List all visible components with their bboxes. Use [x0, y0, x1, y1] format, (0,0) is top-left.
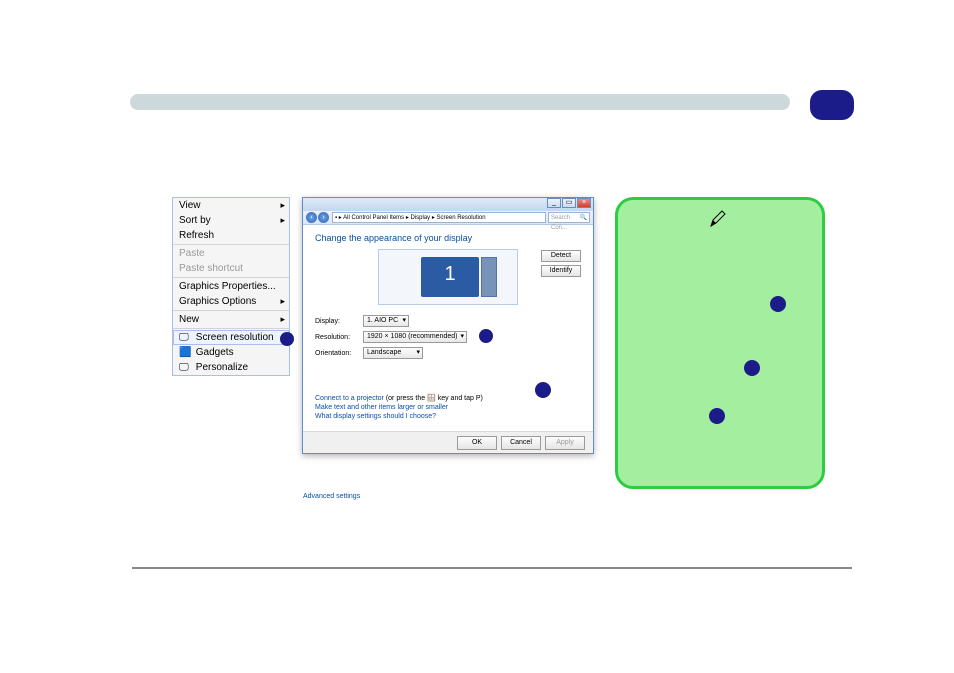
annotation-bullet	[535, 382, 551, 398]
submenu-arrow-icon: ▸	[280, 200, 285, 211]
submenu-arrow-icon: ▸	[280, 314, 285, 325]
annotation-bullet	[744, 360, 760, 376]
nav-forward-button[interactable]: ›	[318, 212, 329, 223]
menu-sort-by[interactable]: Sort by ▸	[173, 213, 289, 228]
identify-button[interactable]: Identify	[541, 265, 581, 277]
display-label: Display:	[315, 318, 363, 325]
address-bar: ‹ › ▪ ▸ All Control Panel Items ▸ Displa…	[303, 211, 593, 225]
annotation-bullet	[770, 296, 786, 312]
label: Personalize	[196, 362, 248, 373]
label: Paste	[179, 248, 205, 259]
ok-button[interactable]: OK	[457, 436, 497, 450]
breadcrumb[interactable]: ▪ ▸ All Control Panel Items ▸ Display ▸ …	[332, 212, 546, 223]
separator	[173, 244, 289, 245]
label: Gadgets	[196, 347, 234, 358]
close-button[interactable]: ×	[577, 198, 591, 208]
window-controls: _ ▭ ×	[546, 198, 591, 208]
label: Graphics Properties...	[179, 281, 276, 292]
header-badge	[810, 90, 854, 120]
monitor-1-icon[interactable]: 1	[421, 257, 479, 297]
annotation-bullet	[709, 408, 725, 424]
window-body: Change the appearance of your display 1 …	[303, 225, 593, 431]
label: Connect to a projector	[315, 395, 384, 402]
resolution-label: Resolution:	[315, 334, 363, 341]
menu-view[interactable]: View ▸	[173, 198, 289, 213]
annotation-bullet	[280, 332, 294, 346]
personalize-icon: 🖵	[179, 362, 191, 372]
annotation-bullet	[479, 329, 493, 343]
separator	[173, 328, 289, 329]
separator	[173, 277, 289, 278]
minimize-button[interactable]: _	[547, 198, 561, 208]
menu-graphics-options[interactable]: Graphics Options ▸	[173, 294, 289, 309]
maximize-button[interactable]: ▭	[562, 198, 576, 208]
menu-paste-shortcut: Paste shortcut	[173, 261, 289, 276]
row-display: Display: 1. AIO PC	[315, 315, 581, 327]
cancel-button[interactable]: Cancel	[501, 436, 541, 450]
header-bar	[130, 94, 790, 110]
label: Graphics Options	[179, 296, 256, 307]
menu-personalize[interactable]: 🖵 Personalize	[173, 360, 289, 375]
submenu-arrow-icon: ▸	[280, 296, 285, 307]
label: New	[179, 314, 199, 325]
row-resolution: Resolution: 1920 × 1080 (recommended)	[315, 331, 581, 343]
screen-resolution-window: _ ▭ × ‹ › ▪ ▸ All Control Panel Items ▸ …	[302, 197, 594, 454]
menu-graphics-properties[interactable]: Graphics Properties...	[173, 279, 289, 294]
label-extra: (or press the 🪟 key and tap P)	[384, 395, 483, 402]
page-title: Change the appearance of your display	[315, 233, 581, 243]
apply-button[interactable]: Apply	[545, 436, 585, 450]
row-orientation: Orientation: Landscape	[315, 347, 581, 359]
menu-new[interactable]: New ▸	[173, 312, 289, 327]
advanced-settings-link[interactable]: Advanced settings	[303, 493, 569, 500]
display-help-link[interactable]: What display settings should I choose?	[315, 413, 581, 420]
display-select[interactable]: 1. AIO PC	[363, 315, 409, 327]
button-bar: OK Cancel Apply	[303, 431, 593, 453]
display-preview[interactable]: 1	[378, 249, 518, 305]
resolution-select[interactable]: 1920 × 1080 (recommended)	[363, 331, 467, 343]
label: Refresh	[179, 230, 214, 241]
label: Paste shortcut	[179, 263, 243, 274]
menu-screen-resolution[interactable]: 🖵 Screen resolution	[173, 330, 289, 345]
menu-refresh[interactable]: Refresh	[173, 228, 289, 243]
detect-button[interactable]: Detect	[541, 250, 581, 262]
orientation-label: Orientation:	[315, 350, 363, 357]
submenu-arrow-icon: ▸	[280, 215, 285, 226]
note-box	[615, 197, 825, 489]
label: Advanced settings	[303, 493, 360, 500]
footer-separator	[132, 567, 852, 569]
orientation-select[interactable]: Landscape	[363, 347, 423, 359]
monitor-secondary-icon[interactable]	[481, 257, 497, 297]
titlebar[interactable]: _ ▭ ×	[303, 198, 593, 211]
search-input[interactable]: Search Con...	[548, 212, 590, 223]
pencil-icon	[709, 210, 727, 228]
menu-gadgets[interactable]: 🟦 Gadgets	[173, 345, 289, 360]
label: Screen resolution	[196, 332, 274, 343]
menu-paste: Paste	[173, 246, 289, 261]
monitor-icon: 🖵	[179, 332, 191, 342]
nav-back-button[interactable]: ‹	[306, 212, 317, 223]
gadgets-icon: 🟦	[179, 347, 191, 357]
separator	[173, 310, 289, 311]
label: View	[179, 200, 201, 211]
desktop-context-menu: View ▸ Sort by ▸ Refresh Paste Paste sho…	[172, 197, 290, 376]
settings-form: Display: 1. AIO PC Resolution: 1920 × 10…	[315, 315, 581, 359]
label: Sort by	[179, 215, 211, 226]
text-size-link[interactable]: Make text and other items larger or smal…	[315, 404, 581, 411]
